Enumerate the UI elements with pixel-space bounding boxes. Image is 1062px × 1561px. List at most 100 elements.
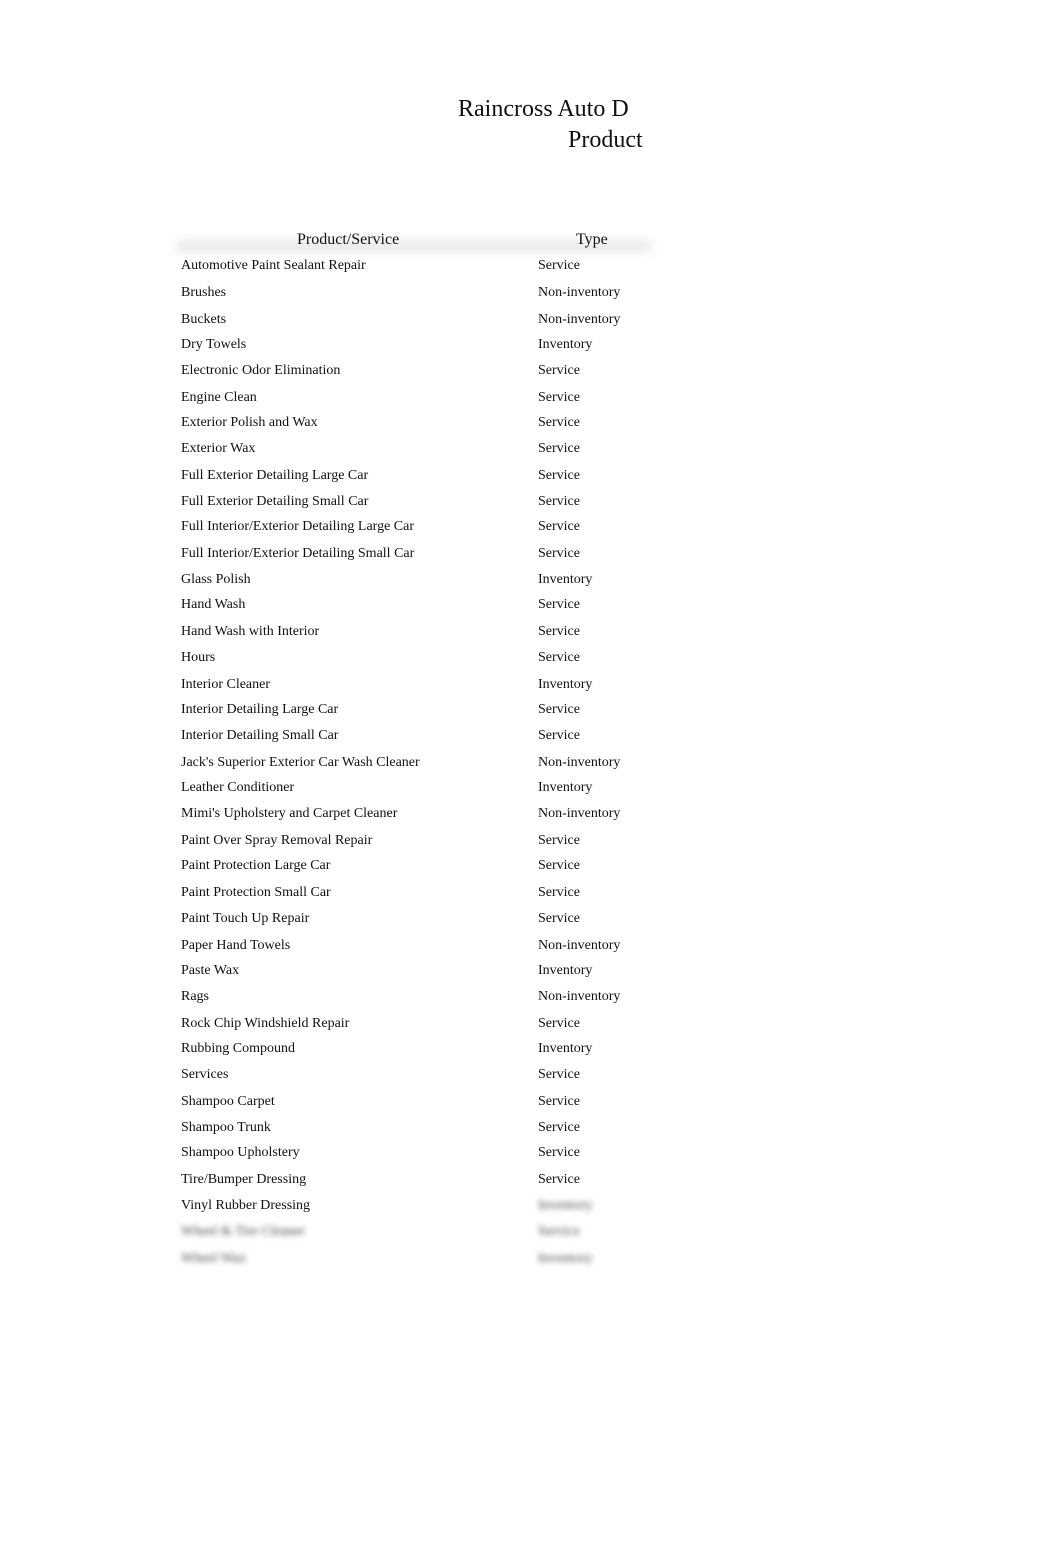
table-row: Mimi's Upholstery and Carpet Cleaner Non-… xyxy=(0,804,1062,824)
table-row: Rock Chip Windshield Repair Service xyxy=(0,1014,1062,1034)
product-name: Paint Protection Large Car xyxy=(181,858,331,873)
product-name: Exterior Polish and Wax xyxy=(181,415,318,430)
product-type: Service xyxy=(538,1120,580,1135)
table-row: Paint Touch Up Repair Service xyxy=(0,909,1062,929)
product-type: Service xyxy=(538,911,580,926)
table-row: Full Interior/Exterior Detailing Large C… xyxy=(0,517,1062,537)
product-type: Service xyxy=(538,885,580,900)
product-name: Glass Polish xyxy=(181,572,251,587)
product-type: Service xyxy=(538,468,580,483)
table-row: Full Exterior Detailing Small Car Service xyxy=(0,492,1062,512)
product-name: Paper Hand Towels xyxy=(181,938,291,953)
product-type: Service xyxy=(538,833,580,848)
table-row: Hours Service xyxy=(0,648,1062,668)
product-name: Dry Towels xyxy=(181,337,247,352)
table-row: Buckets Non-inventory xyxy=(0,310,1062,330)
product-type: Inventory xyxy=(538,963,593,978)
product-name: Automotive Paint Sealant Repair xyxy=(181,258,366,273)
product-type: Service xyxy=(538,597,580,612)
product-name: Shampoo Carpet xyxy=(181,1094,275,1109)
product-name: Rags xyxy=(181,989,209,1004)
product-type: Service xyxy=(538,494,580,509)
product-name: Rock Chip Windshield Repair xyxy=(181,1016,350,1031)
product-name: Mimi's Upholstery and Carpet Cleaner xyxy=(181,806,398,821)
product-name: Hand Wash with Interior xyxy=(181,624,320,639)
product-type: Non-inventory xyxy=(538,989,621,1004)
product-name: Interior Detailing Large Car xyxy=(181,702,339,717)
product-type: Service xyxy=(538,546,580,561)
product-type: Service xyxy=(538,1094,580,1109)
product-name: Hours xyxy=(181,650,216,665)
product-type: Service xyxy=(538,390,580,405)
product-name: Full Interior/Exterior Detailing Large C… xyxy=(181,519,415,534)
product-type: Service xyxy=(538,728,580,743)
product-type: Service xyxy=(538,650,580,665)
product-name: Exterior Wax xyxy=(181,441,256,456)
table-row: Engine Clean Service xyxy=(0,388,1062,408)
product-type: Service xyxy=(538,363,580,378)
table-row: Paper Hand Towels Non-inventory xyxy=(0,936,1062,956)
table-row: Dry Towels Inventory xyxy=(0,335,1062,355)
product-type: Non-inventory xyxy=(538,938,621,953)
product-type: Inventory xyxy=(538,1198,593,1213)
column-header-product-service: Product/Service xyxy=(297,231,400,248)
product-name: Shampoo Upholstery xyxy=(181,1145,300,1160)
product-type: Non-inventory xyxy=(538,285,621,300)
product-type: Inventory xyxy=(538,572,593,587)
product-name: Full Exterior Detailing Large Car xyxy=(181,468,369,483)
product-name: Shampoo Trunk xyxy=(181,1120,271,1135)
product-name: Hand Wash xyxy=(181,597,246,612)
table-row: Wheel & Tire Cleaner Service xyxy=(0,1222,1062,1242)
product-type: Inventory xyxy=(538,1041,593,1056)
table-row: Brushes Non-inventory xyxy=(0,283,1062,303)
product-name: Buckets xyxy=(181,312,227,327)
product-name: Paste Wax xyxy=(181,963,240,978)
table-row: Paint Protection Small Car Service xyxy=(0,883,1062,903)
table-row: Shampoo Upholstery Service xyxy=(0,1143,1062,1163)
product-type: Service xyxy=(538,415,580,430)
table-row: Services Service xyxy=(0,1065,1062,1085)
product-type: Inventory xyxy=(538,780,593,795)
product-type: Inventory xyxy=(538,1251,593,1266)
table-row: Paint Protection Large Car Service xyxy=(0,856,1062,876)
table-row: Vinyl Rubber Dressing Inventory xyxy=(0,1196,1062,1216)
product-name: Services xyxy=(181,1067,229,1082)
product-name: Vinyl Rubber Dressing xyxy=(181,1198,311,1213)
table-row: Exterior Polish and Wax Service xyxy=(0,413,1062,433)
table-row: Paste Wax Inventory xyxy=(0,961,1062,981)
product-type: Service xyxy=(538,1145,580,1160)
product-type: Service xyxy=(538,1172,580,1187)
product-type: Inventory xyxy=(538,337,593,352)
table-row: Automotive Paint Sealant Repair Service xyxy=(0,256,1062,276)
table-row: Exterior Wax Service xyxy=(0,439,1062,459)
product-type: Non-inventory xyxy=(538,312,621,327)
product-name: Brushes xyxy=(181,285,227,300)
table-row: Hand Wash with Interior Service xyxy=(0,622,1062,642)
product-name: Wheel & Tire Cleaner xyxy=(181,1224,306,1239)
product-type: Service xyxy=(538,1016,580,1031)
product-name: Full Exterior Detailing Small Car xyxy=(181,494,369,509)
table-row: Leather Conditioner Inventory xyxy=(0,778,1062,798)
table-row: Glass Polish Inventory xyxy=(0,570,1062,590)
product-type: Service xyxy=(538,258,580,273)
table-row: Shampoo Trunk Service xyxy=(0,1118,1062,1138)
product-name: Electronic Odor Elimination xyxy=(181,363,341,378)
table-row: Paint Over Spray Removal Repair Service xyxy=(0,831,1062,851)
product-name: Paint Touch Up Repair xyxy=(181,911,310,926)
table-row: Tire/Bumper Dressing Service xyxy=(0,1170,1062,1190)
document-title-line2: Product xyxy=(568,127,643,153)
column-header-type: Type xyxy=(576,231,608,248)
product-name: Interior Cleaner xyxy=(181,677,271,692)
product-name: Interior Detailing Small Car xyxy=(181,728,339,743)
product-type: Service xyxy=(538,1224,580,1239)
table-row: Full Interior/Exterior Detailing Small C… xyxy=(0,544,1062,564)
product-type: Non-inventory xyxy=(538,806,621,821)
product-name: Leather Conditioner xyxy=(181,780,295,795)
product-type: Service xyxy=(538,858,580,873)
table-row: Interior Detailing Large Car Service xyxy=(0,700,1062,720)
table-row: Shampoo Carpet Service xyxy=(0,1092,1062,1112)
product-type: Service xyxy=(538,702,580,717)
product-type: Service xyxy=(538,519,580,534)
document-title-line1: Raincross Auto D xyxy=(458,96,629,122)
product-name: Paint Over Spray Removal Repair xyxy=(181,833,373,848)
